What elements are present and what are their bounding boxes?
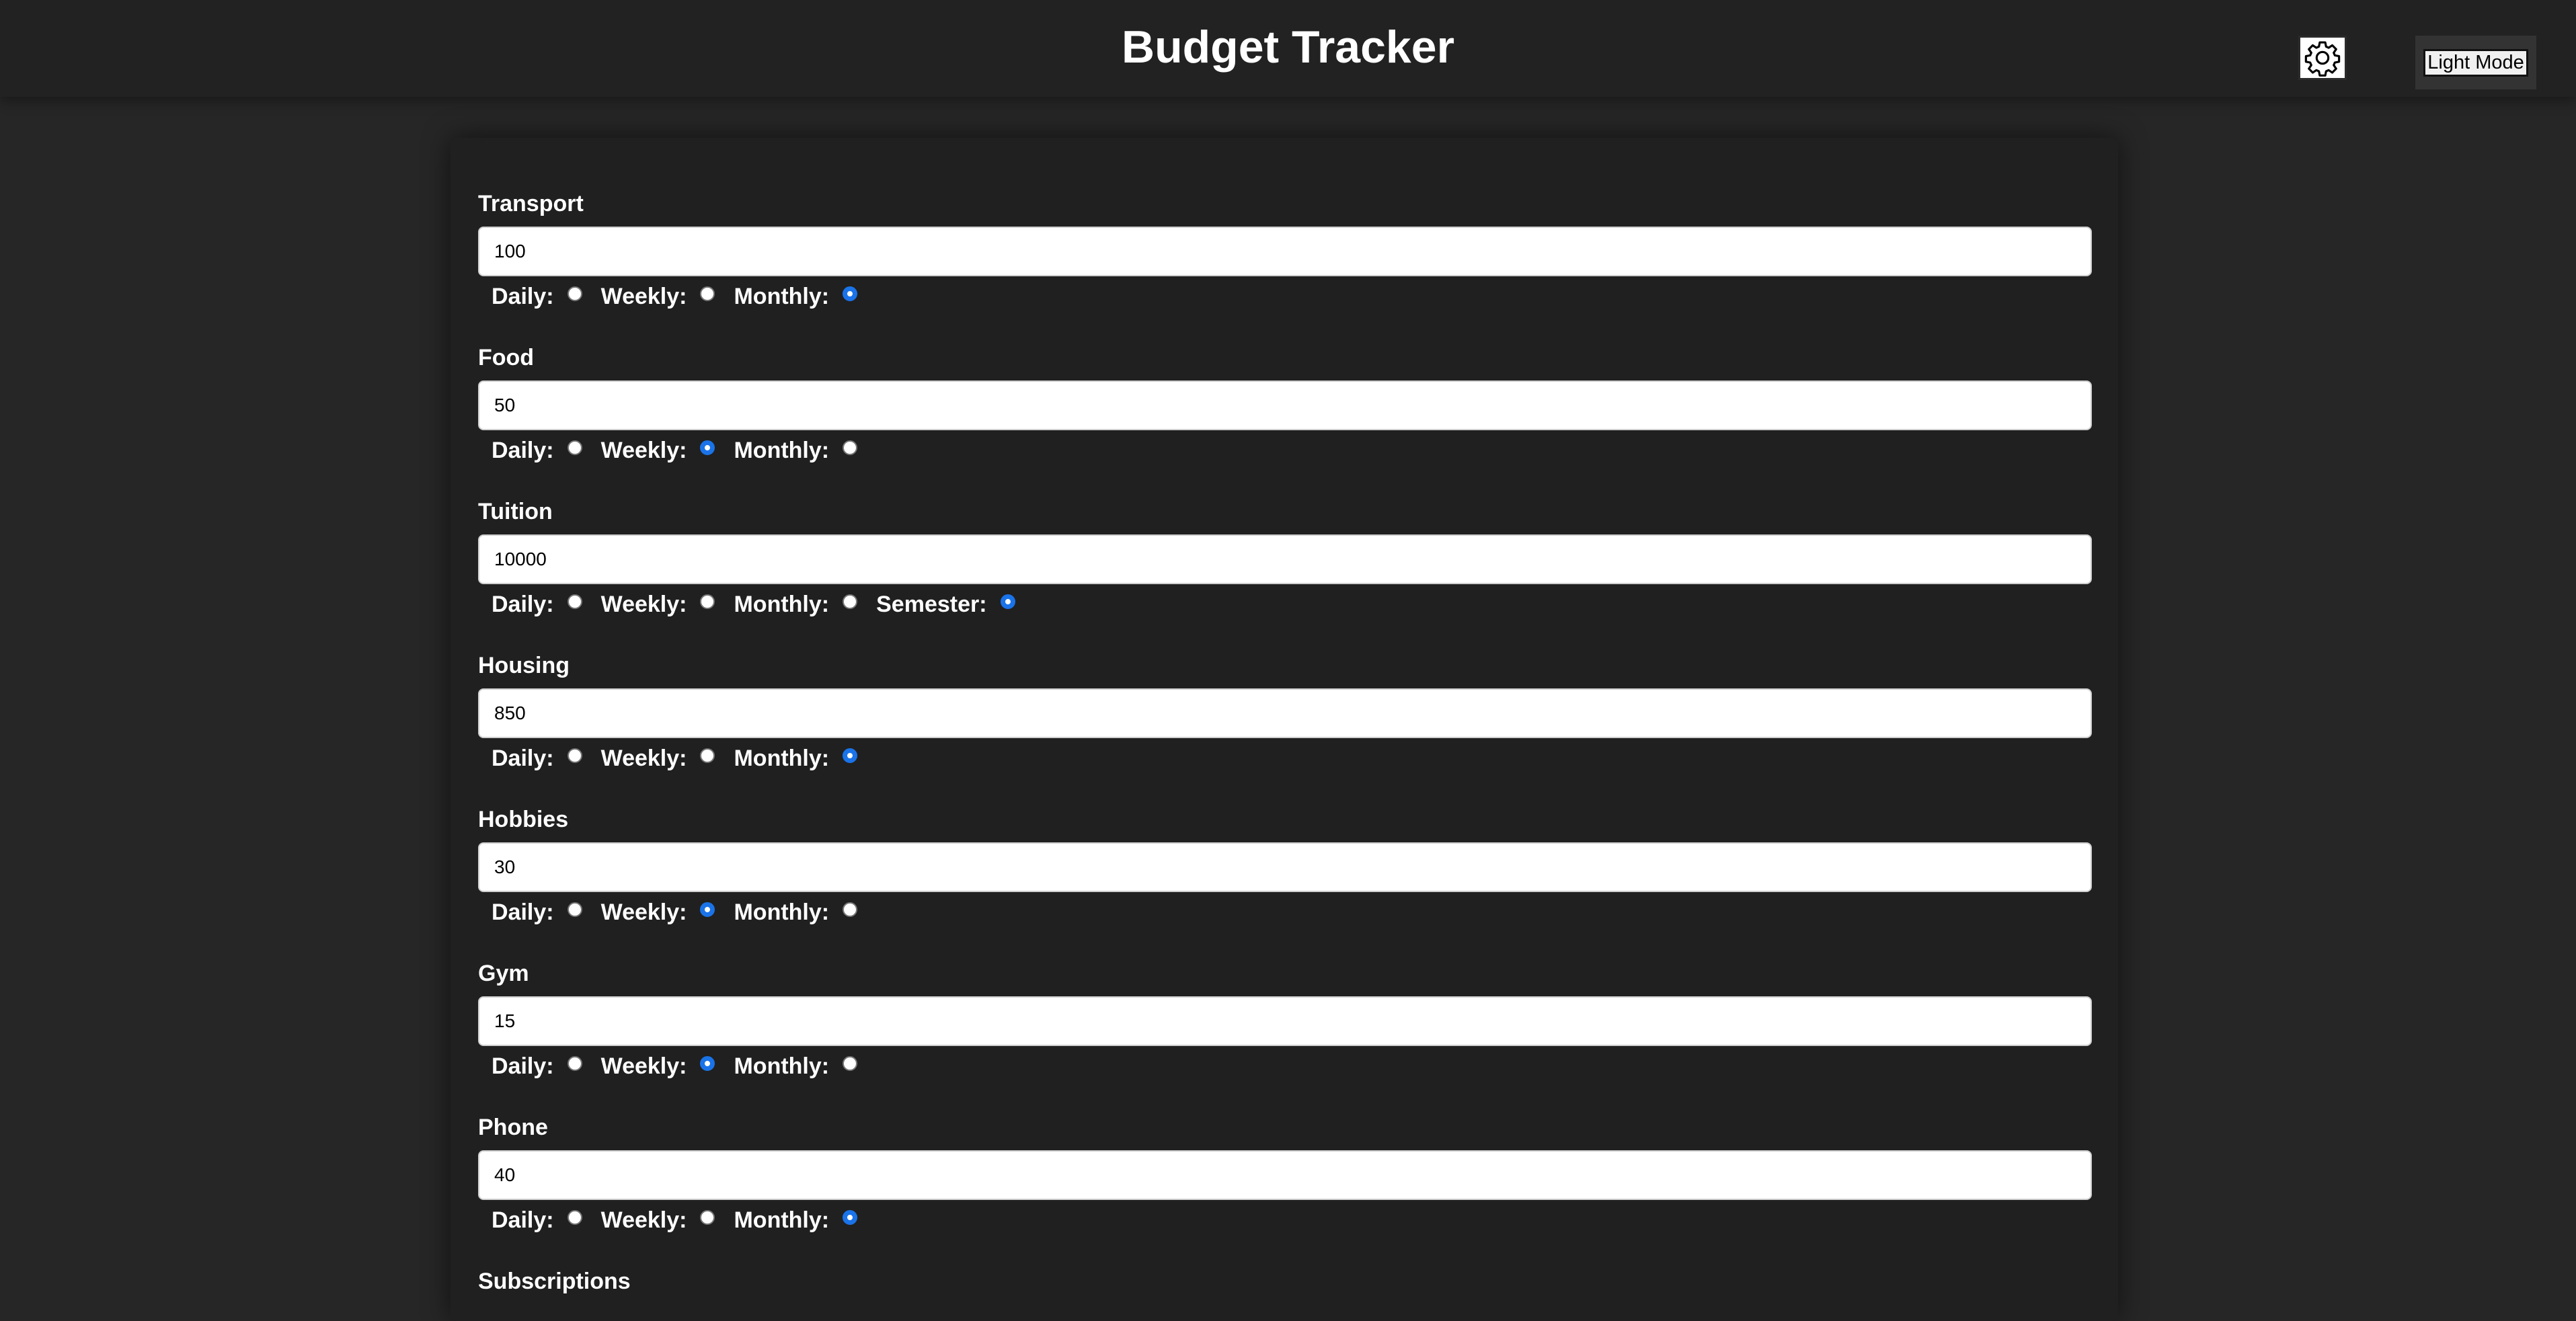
frequency-option[interactable]: Weekly: [601,745,715,772]
frequency-label: Daily: [492,592,554,617]
frequency-label: Weekly: [600,899,687,925]
frequency-options: Daily: Weekly: Monthly: [492,1051,876,1081]
frequency-option[interactable]: Semester: [876,591,1015,618]
frequency-radio[interactable] [700,286,715,301]
frequency-radio[interactable] [700,1056,715,1071]
amount-input[interactable] [478,534,2092,584]
frequency-radio[interactable] [567,902,582,917]
frequency-radio[interactable] [567,748,582,763]
frequency-option[interactable]: Daily: [492,899,582,926]
frequency-radio[interactable] [843,440,858,455]
frequency-radio[interactable] [843,1056,858,1071]
frequency-label: Weekly: [600,592,687,617]
app-header: Budget Tracker Light Mode [0,0,2576,97]
frequency-radio[interactable] [567,286,582,301]
category-label: Tuition [478,499,553,524]
frequency-options: Daily: Weekly: Monthly: [492,282,876,311]
frequency-option[interactable]: Weekly: [601,899,715,926]
budget-form-panel: Transport Daily: Weekly: Monthly: Food Daily:… [451,138,2118,1321]
frequency-option[interactable]: Weekly: [601,1053,715,1080]
frequency-option[interactable]: Daily: [492,1207,582,1234]
frequency-radio[interactable] [1000,594,1015,609]
frequency-label: Daily: [492,899,554,925]
frequency-option[interactable]: Monthly: [734,437,858,464]
light-mode-button[interactable]: Light Mode [2423,48,2528,77]
category-label: Housing [478,653,570,678]
category-label: Food [478,345,535,370]
frequency-label: Monthly: [734,746,830,771]
frequency-radio[interactable] [567,594,582,609]
frequency-option[interactable]: Daily: [492,437,582,464]
frequency-label: Monthly: [734,592,830,617]
frequency-option[interactable]: Monthly: [734,1207,858,1234]
mode-toggle-container: Light Mode [2415,36,2536,89]
frequency-radio[interactable] [843,286,858,301]
frequency-label: Daily: [492,1053,554,1079]
category-label: Gym [478,961,529,986]
gear-icon [2304,41,2341,77]
frequency-option[interactable]: Weekly: [601,437,715,464]
frequency-options: Daily: Weekly: Monthly: [492,744,876,773]
frequency-label: Monthly: [734,284,830,309]
frequency-label: Weekly: [600,438,687,463]
frequency-options: Daily: Weekly: Monthly: [492,436,876,465]
frequency-option[interactable]: Daily: [492,745,582,772]
frequency-radio[interactable] [700,902,715,917]
frequency-label: Monthly: [734,899,830,925]
frequency-radio[interactable] [567,1056,582,1071]
frequency-option[interactable]: Monthly: [734,899,858,926]
frequency-label: Daily: [492,438,554,463]
frequency-option[interactable]: Weekly: [601,591,715,618]
frequency-label: Daily: [492,1207,554,1233]
frequency-option[interactable]: Monthly: [734,591,858,618]
frequency-option[interactable]: Weekly: [601,1207,715,1234]
frequency-label: Monthly: [734,438,830,463]
frequency-option[interactable]: Daily: [492,283,582,310]
amount-input[interactable] [478,688,2092,738]
frequency-option[interactable]: Weekly: [601,283,715,310]
frequency-label: Daily: [492,746,554,771]
amount-input[interactable] [478,842,2092,892]
amount-input[interactable] [478,996,2092,1046]
frequency-options: Daily: Weekly: Monthly: [492,897,876,927]
frequency-option[interactable]: Monthly: [734,745,858,772]
frequency-label: Weekly: [600,746,687,771]
frequency-options: Daily: Weekly: Monthly: [492,1205,876,1235]
frequency-label: Weekly: [600,1207,687,1233]
category-label: Transport [478,191,584,216]
frequency-radio[interactable] [567,440,582,455]
frequency-label: Semester: [876,592,987,617]
frequency-radio[interactable] [700,748,715,763]
frequency-label: Monthly: [734,1053,830,1079]
frequency-radio[interactable] [843,748,858,763]
amount-input[interactable] [478,227,2092,276]
category-label: Hobbies [478,807,569,832]
frequency-label: Daily: [492,284,554,309]
category-label: Phone [478,1115,548,1140]
frequency-radio[interactable] [567,1210,582,1225]
frequency-option[interactable]: Daily: [492,1053,582,1080]
frequency-radio[interactable] [700,1210,715,1225]
frequency-label: Weekly: [600,1053,687,1079]
frequency-radio[interactable] [700,440,715,455]
frequency-radio[interactable] [843,902,858,917]
frequency-label: Weekly: [600,284,687,309]
frequency-radio[interactable] [843,1210,858,1225]
frequency-label: Monthly: [734,1207,830,1233]
frequency-radio[interactable] [843,594,858,609]
frequency-option[interactable]: Monthly: [734,283,858,310]
amount-input[interactable] [478,1150,2092,1200]
amount-input[interactable] [478,381,2092,430]
frequency-option[interactable]: Daily: [492,591,582,618]
frequency-radio[interactable] [700,594,715,609]
settings-button[interactable] [2298,36,2347,80]
page-title: Budget Tracker [1121,22,1455,73]
category-label: Subscriptions [478,1269,631,1294]
frequency-option[interactable]: Monthly: [734,1053,858,1080]
frequency-options: Daily: Weekly: Monthly: Semester: [492,590,1034,619]
